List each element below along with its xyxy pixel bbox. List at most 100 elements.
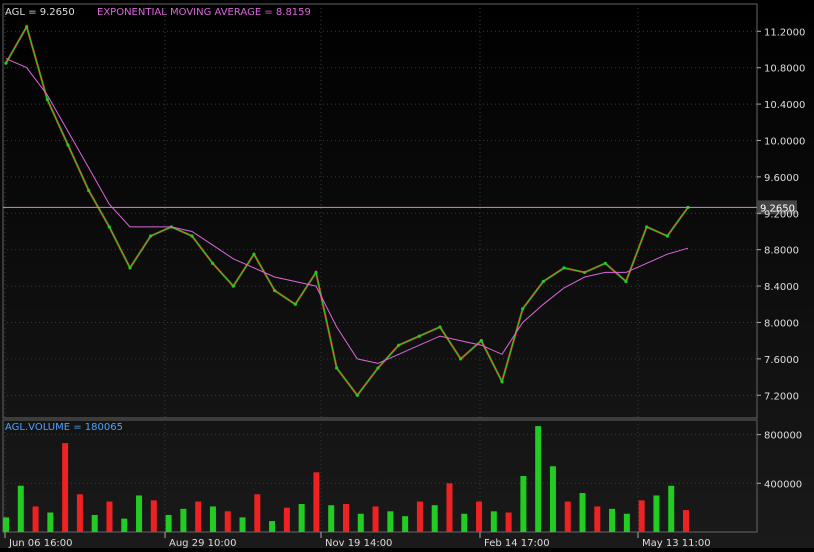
price-series-value: 9.2650 — [40, 7, 75, 18]
price-y-tick-label: 7.2000 — [764, 391, 799, 402]
volume-bar — [609, 508, 616, 532]
volume-bars-layer — [3, 426, 689, 532]
price-point — [107, 225, 111, 229]
volume-bar — [564, 501, 571, 532]
volume-bar — [416, 501, 423, 532]
volume-y-tick-label: 400000 — [764, 479, 802, 490]
price-legend-symbol: AGL = 9.2650 — [5, 7, 75, 18]
volume-bar — [76, 494, 83, 532]
volume-bar — [3, 517, 9, 532]
volume-bar — [254, 494, 261, 532]
price-series-name: AGL — [5, 7, 25, 18]
ema-legend: EXPONENTIAL MOVING AVERAGE = 8.8159 — [97, 7, 311, 18]
price-point — [252, 252, 256, 256]
price-point — [521, 307, 525, 311]
volume-bar — [357, 513, 364, 532]
price-line — [5, 25, 689, 397]
price-line-shadow — [5, 23, 689, 398]
price-point — [355, 393, 359, 397]
volume-y-tick-label: 800000 — [764, 431, 802, 442]
volume-bar — [372, 506, 379, 532]
price-point — [314, 270, 318, 275]
volume-bar — [505, 512, 512, 532]
price-series-eq: = — [28, 7, 40, 18]
price-y-tick-label: 8.0000 — [764, 318, 799, 329]
volume-legend: AGL.VOLUME = 180065 — [5, 422, 123, 433]
price-point — [603, 261, 607, 265]
volume-bar — [180, 508, 187, 532]
price-y-tick-label: 7.6000 — [764, 355, 799, 366]
price-y-tick-label: 8.8000 — [764, 246, 799, 257]
price-y-tick-label: 9.6000 — [764, 173, 799, 184]
price-point — [645, 225, 649, 229]
grid-layer — [2, 3, 758, 533]
volume-bar — [683, 510, 689, 532]
volume-bar — [535, 426, 542, 532]
volume-bar — [387, 511, 394, 532]
price-point — [66, 143, 70, 147]
volume-bar — [106, 501, 113, 532]
price-y-tick-label: 10.8000 — [764, 64, 805, 75]
volume-bar — [402, 516, 409, 532]
price-point — [562, 266, 566, 270]
chart-svg: 9.2650 Jun 06 16:00 Aug 29 10:00 Nov 19 14… — [2, 3, 805, 549]
price-y-tick-label: 10.0000 — [764, 136, 805, 147]
volume-bar — [328, 505, 335, 532]
price-point — [128, 266, 132, 270]
volume-bar — [239, 517, 246, 532]
volume-bar — [62, 443, 69, 532]
chart-area[interactable]: 9.2650 Jun 06 16:00 Aug 29 10:00 Nov 19 14… — [0, 0, 814, 549]
price-point — [397, 343, 401, 347]
price-point — [438, 325, 442, 329]
volume-bar — [653, 495, 660, 532]
x-tick-label: Nov 19 14:00 — [325, 538, 392, 548]
volume-bar — [313, 472, 320, 532]
volume-bar — [224, 511, 231, 532]
volume-bar — [520, 476, 527, 532]
x-tick-label: Aug 29 10:00 — [169, 538, 236, 548]
price-y-tick-label: 11.2000 — [764, 27, 805, 38]
ema-series-name: EXPONENTIAL MOVING AVERAGE — [97, 7, 261, 18]
volume-bar — [283, 507, 290, 532]
price-point — [190, 234, 194, 238]
price-point — [25, 25, 29, 29]
volume-bar — [623, 513, 630, 532]
volume-bar — [490, 511, 497, 532]
volume-bar — [47, 512, 54, 532]
x-tick-label: Feb 14 17:00 — [484, 538, 550, 548]
price-point — [87, 188, 91, 193]
volume-bar — [343, 504, 349, 532]
ema-series-eq: = — [264, 7, 276, 18]
volume-bar — [668, 485, 675, 532]
price-point — [665, 234, 669, 238]
price-point — [335, 366, 339, 370]
price-point — [149, 234, 153, 238]
volume-bar — [269, 521, 276, 532]
volume-bar — [431, 505, 438, 532]
price-point — [4, 61, 8, 65]
price-point — [479, 339, 483, 343]
price-point — [211, 261, 215, 265]
volume-series-eq: = — [73, 422, 85, 433]
volume-bar — [446, 483, 453, 532]
price-point — [45, 97, 49, 102]
volume-bar — [91, 514, 98, 532]
price-point — [500, 380, 504, 384]
volume-bar — [17, 485, 24, 532]
volume-bar — [165, 514, 172, 532]
price-point — [541, 279, 545, 284]
price-point — [293, 302, 297, 306]
price-point — [624, 279, 628, 284]
price-y-tick-label: 8.4000 — [764, 282, 799, 293]
volume-bar — [298, 504, 305, 532]
price-point — [583, 270, 587, 275]
volume-bar — [121, 518, 128, 532]
ema-series-value: 8.8159 — [276, 7, 311, 18]
volume-bar — [32, 506, 39, 532]
price-layer: 9.2650 — [3, 23, 797, 398]
volume-bar — [150, 500, 157, 532]
volume-series-value: 180065 — [85, 422, 123, 433]
price-y-tick-label: 9.2000 — [764, 209, 799, 220]
price-y-tick-label: 10.4000 — [764, 100, 805, 111]
volume-bar — [549, 466, 556, 532]
